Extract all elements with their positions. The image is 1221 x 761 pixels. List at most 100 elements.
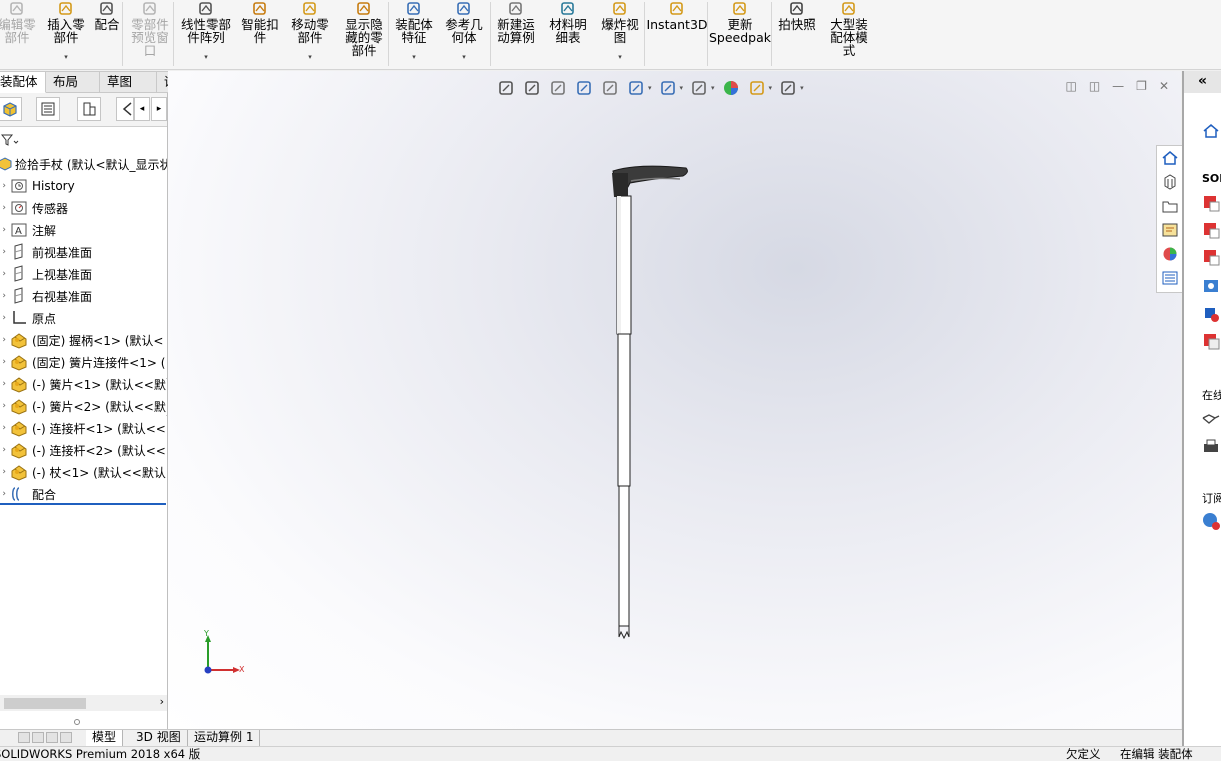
ribbon-button-12[interactable]: 爆炸视 图 ▾ — [598, 0, 642, 66]
sheet-tab-0[interactable]: 模型 — [86, 730, 124, 746]
ribbon-button-1[interactable]: 插入零 部件 ▾ — [44, 0, 88, 66]
tree-item[interactable]: › History — [0, 175, 74, 197]
ribbon-button-13[interactable]: Instant3D — [646, 0, 708, 66]
expand-arrow-icon[interactable]: › — [0, 423, 6, 433]
ribbon-button-5[interactable]: 智能扣 件 — [238, 0, 282, 66]
tree-item[interactable]: › (固定) 簧片连接件<1> ( — [0, 351, 165, 373]
dropdown-arrow-icon[interactable]: ▾ — [412, 51, 416, 64]
tree-item[interactable]: › (-) 簧片<1> (默认<<默 — [0, 373, 166, 395]
expand-arrow-icon[interactable]: › — [0, 445, 6, 455]
task-pane-appearances-tab[interactable] — [1157, 242, 1183, 266]
previous-view-icon[interactable] — [548, 78, 568, 98]
ribbon-button-0[interactable]: 编辑零 部件 — [0, 0, 38, 66]
last-tab-icon[interactable] — [60, 732, 72, 743]
dropdown-arrow-icon[interactable]: ▾ — [680, 84, 684, 92]
tab-feature-tree[interactable] — [0, 97, 22, 121]
dropdown-arrow-icon[interactable]: ▾ — [462, 51, 466, 64]
view-orientation-icon[interactable]: ▾ — [626, 78, 652, 98]
next-tab-icon[interactable] — [46, 732, 58, 743]
new-part-icon[interactable] — [1201, 193, 1221, 213]
tree-filter[interactable] — [0, 127, 167, 153]
ribbon-button-10[interactable]: 新建运 动算例 — [494, 0, 538, 66]
tree-item[interactable]: › A 注解 — [0, 219, 56, 241]
tree-root[interactable]: 捡拾手杖 (默认<默认_显示状 — [0, 153, 167, 175]
dropdown-arrow-icon[interactable]: ▾ — [204, 51, 208, 64]
tree-item[interactable]: › (-) 杖<1> (默认<<默认 — [0, 461, 166, 483]
expand-arrow-icon[interactable]: › — [0, 269, 6, 279]
tree-item[interactable]: › 配合 — [0, 483, 56, 505]
task-pane-resources-tab[interactable] — [1157, 170, 1183, 194]
tab-scroll-right-icon[interactable]: ▸ — [151, 97, 167, 121]
ribbon-button-7[interactable]: 显示隐 藏的零 部件 — [340, 0, 388, 66]
close-icon[interactable]: ✕ — [1159, 79, 1169, 93]
task-pane-file-explorer-tab[interactable] — [1157, 194, 1183, 218]
expand-arrow-icon[interactable]: › — [0, 203, 6, 213]
expand-arrow-icon[interactable]: › — [0, 291, 6, 301]
addins-icon[interactable] — [1201, 304, 1221, 324]
handshake-icon[interactable] — [1201, 409, 1221, 429]
dynamic-annotation-icon[interactable] — [600, 78, 620, 98]
section-view-icon[interactable] — [574, 78, 594, 98]
task-pane-view-palette-tab[interactable] — [1157, 218, 1183, 242]
expand-arrow-icon[interactable]: › — [0, 313, 6, 323]
tree-item[interactable]: › 右视基准面 — [0, 285, 92, 307]
dropdown-arrow-icon[interactable]: ▾ — [800, 84, 804, 92]
graphics-area[interactable]: ▾ ▾ ▾ ▾ ▾ ◫ ◫ — ❐ ✕ Y X — [168, 71, 1181, 729]
ribbon-button-14[interactable]: 更新 Speedpak — [709, 0, 771, 66]
tab-0[interactable]: 装配体 — [0, 71, 46, 93]
tutorials-icon[interactable] — [1201, 276, 1221, 296]
expand-arrow-icon[interactable]: › — [0, 379, 6, 389]
new-assembly-icon[interactable] — [1201, 220, 1221, 240]
zoom-to-area-icon[interactable] — [522, 78, 542, 98]
expand-arrow-icon[interactable]: › — [0, 247, 6, 257]
scrollbar-thumb[interactable] — [4, 698, 86, 709]
ribbon-button-9[interactable]: 参考几 何体 ▾ — [442, 0, 486, 66]
expand-arrow-icon[interactable]: › — [0, 335, 6, 345]
ribbon-button-3[interactable]: 零部件 预览窗 口 — [126, 0, 174, 66]
tile-left-icon[interactable]: ◫ — [1065, 79, 1076, 93]
tree-item[interactable]: › (固定) 握柄<1> (默认< — [0, 329, 163, 351]
tree-horizontal-scrollbar[interactable]: › — [0, 695, 167, 711]
expand-arrow-icon[interactable]: › — [0, 401, 6, 411]
tree-item[interactable]: › 传感器 — [0, 197, 68, 219]
globe-icon[interactable] — [1201, 511, 1221, 531]
first-tab-icon[interactable] — [18, 732, 30, 743]
task-pane-collapse-button[interactable]: « — [1184, 71, 1221, 93]
tree-item[interactable]: › 上视基准面 — [0, 263, 92, 285]
edit-appearance-icon[interactable] — [721, 78, 741, 98]
new-drawing-icon[interactable] — [1201, 247, 1221, 267]
tree-item[interactable]: › 前视基准面 — [0, 241, 92, 263]
minimize-icon[interactable]: — — [1112, 79, 1124, 93]
tab-scroll-left-icon[interactable]: ◂ — [134, 97, 150, 121]
drawing-document-icon[interactable] — [1201, 331, 1221, 351]
tab-2[interactable]: 草图 — [100, 71, 157, 93]
tree-item[interactable]: › (-) 连接杆<1> (默认<< — [0, 417, 166, 439]
dropdown-arrow-icon[interactable]: ▾ — [648, 84, 652, 92]
tab-configuration-manager[interactable] — [77, 97, 101, 121]
dropdown-arrow-icon[interactable]: ▾ — [769, 84, 773, 92]
ribbon-button-16[interactable]: 大型装 配体模 式 — [824, 0, 874, 66]
expand-arrow-icon[interactable]: › — [0, 225, 6, 235]
expand-arrow-icon[interactable]: › — [0, 467, 6, 477]
zoom-to-fit-icon[interactable] — [496, 78, 516, 98]
ribbon-button-15[interactable]: 拍快照 — [776, 0, 818, 66]
tree-rollback-bar[interactable] — [0, 503, 166, 505]
prev-tab-icon[interactable] — [32, 732, 44, 743]
ribbon-button-4[interactable]: 线性零部 件阵列 ▾ — [176, 0, 236, 66]
expand-arrow-icon[interactable]: › — [0, 181, 6, 191]
restore-icon[interactable]: ❐ — [1136, 79, 1147, 93]
expand-arrow-icon[interactable]: › — [0, 357, 6, 367]
dropdown-arrow-icon[interactable]: ▾ — [618, 51, 622, 64]
tree-item[interactable]: › (-) 连接杆<2> (默认<< — [0, 439, 166, 461]
tile-right-icon[interactable]: ◫ — [1089, 79, 1100, 93]
hide-show-icon[interactable]: ▾ — [689, 78, 715, 98]
ribbon-button-2[interactable]: 配合 — [92, 0, 122, 66]
sheet-tab-2[interactable]: 运动算例 1 — [188, 730, 261, 746]
task-pane-home-tab[interactable] — [1157, 146, 1183, 170]
printer-icon[interactable] — [1201, 436, 1221, 456]
dropdown-arrow-icon[interactable]: ▾ — [64, 51, 68, 64]
tree-item[interactable]: › (-) 簧片<2> (默认<<默 — [0, 395, 166, 417]
home-icon[interactable] — [1201, 121, 1221, 141]
task-pane-custom-properties-tab[interactable] — [1157, 266, 1183, 290]
dropdown-arrow-icon[interactable]: ▾ — [308, 51, 312, 64]
